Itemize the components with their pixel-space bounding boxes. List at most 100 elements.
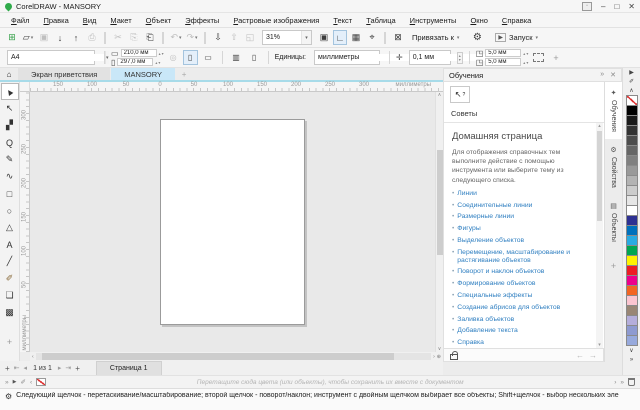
ruler-origin-corner[interactable]: [20, 82, 30, 92]
first-page-icon[interactable]: ⇤: [14, 364, 20, 372]
print-icon[interactable]: ⎙▾: [85, 30, 99, 45]
menu-item[interactable]: Окно: [463, 16, 494, 25]
horizontal-ruler[interactable]: 15010050050100150200250300 миллиметры: [30, 82, 443, 92]
add-tools-button[interactable]: +: [1, 333, 19, 350]
zoom-corner-icon[interactable]: ⊕: [437, 354, 441, 360]
palette-flyout-icon[interactable]: ▶: [629, 68, 634, 77]
page-size-caret-icon[interactable]: ▾: [105, 51, 109, 64]
new-document-tab-button[interactable]: +: [176, 68, 192, 80]
add-page-button-right[interactable]: +: [75, 364, 80, 373]
duplicate-y-spinner[interactable]: ▴▾: [523, 60, 528, 65]
upload-content-icon[interactable]: ↑▾: [69, 30, 83, 45]
color-swatch[interactable]: [626, 335, 638, 346]
docpal-scroll-right-icon[interactable]: ›: [614, 379, 616, 386]
import-icon[interactable]: ⇩▾: [211, 30, 225, 45]
previous-page-icon[interactable]: ◂: [24, 364, 28, 372]
current-page-button[interactable]: ▯: [247, 50, 262, 65]
snap-to-button[interactable]: Привязать к ▾: [407, 30, 464, 45]
show-guidelines-icon[interactable]: ⌖▾: [365, 30, 379, 45]
landscape-button[interactable]: ▭: [201, 50, 216, 65]
duplicate-y-input[interactable]: [485, 58, 521, 66]
page-size-input[interactable]: [8, 54, 105, 61]
page-width-spinner[interactable]: ▴▾: [159, 51, 164, 56]
copy-icon[interactable]: ⎘▾: [127, 30, 141, 45]
drawing-canvas[interactable]: ∧ ∨: [30, 92, 443, 352]
minimize-button[interactable]: –: [601, 2, 605, 11]
docker-tab-learning[interactable]: ✦ Обучения: [605, 82, 622, 139]
options-window-icon[interactable]: ⊠▾: [391, 30, 405, 45]
docpal-expand-right-icon[interactable]: »: [620, 379, 624, 386]
docpal-scroll-left-icon[interactable]: ‹: [30, 379, 32, 386]
duplicate-x-spinner[interactable]: ▴▾: [523, 51, 528, 56]
menu-item[interactable]: Справка: [495, 16, 538, 25]
palette-scroll-up-icon[interactable]: ∧: [629, 86, 633, 95]
page-height-input[interactable]: [117, 58, 153, 66]
connector-tool[interactable]: ╱: [1, 253, 19, 270]
menu-item[interactable]: Текст: [326, 16, 359, 25]
next-page-icon[interactable]: ▸: [58, 364, 62, 372]
open-icon[interactable]: ▱▾: [21, 30, 35, 45]
last-page-icon[interactable]: ⇥: [65, 364, 71, 372]
zoom-tool[interactable]: Q: [1, 134, 19, 151]
page-tab[interactable]: Страница 1: [96, 361, 162, 375]
menu-item[interactable]: Вид: [76, 16, 104, 25]
document-tab[interactable]: MANSORY: [111, 68, 175, 80]
palette-eyedropper-icon[interactable]: ✐: [629, 77, 634, 86]
horizontal-scrollbar-thumb[interactable]: [42, 353, 394, 360]
export-icon[interactable]: ⇧▾: [227, 30, 241, 45]
docpal-flyout-icon[interactable]: ▶: [13, 379, 17, 385]
all-pages-button[interactable]: ▥: [229, 50, 244, 65]
home-tab-button[interactable]: ⌂: [0, 68, 18, 80]
redo-icon[interactable]: ↷▾: [185, 30, 199, 45]
download-content-icon[interactable]: ↓▾: [53, 30, 67, 45]
panel-close-icon[interactable]: ✕: [610, 71, 616, 79]
pick-tool[interactable]: ▲: [1, 83, 19, 100]
page-width-input[interactable]: [121, 49, 157, 57]
scroll-up-icon[interactable]: ▴: [598, 123, 601, 129]
document-tab[interactable]: Экран приветствия: [18, 68, 110, 80]
help-topic-link[interactable]: Заливка объектов: [457, 316, 514, 324]
text-tool[interactable]: A: [1, 236, 19, 253]
artistic-media-tool[interactable]: ∿: [1, 168, 19, 185]
help-topic-link[interactable]: Специальные эффекты: [457, 292, 532, 300]
help-topic-link[interactable]: Создание абрисов для объектов: [457, 304, 560, 312]
forward-icon[interactable]: →: [589, 351, 597, 360]
docpal-eyedropper-icon[interactable]: ✐: [20, 378, 25, 386]
fullscreen-preview-icon[interactable]: ▣▾: [317, 30, 331, 45]
undo-icon[interactable]: ↶▾: [169, 30, 183, 45]
treat-as-filled-button[interactable]: [531, 50, 546, 65]
palette-scroll-down-icon[interactable]: ∨: [629, 346, 633, 355]
portrait-button[interactable]: ▯: [183, 50, 198, 65]
save-icon[interactable]: ▣▾: [37, 30, 51, 45]
transparency-tool[interactable]: ▩: [1, 304, 19, 321]
help-topic-link[interactable]: Поворот и наклон объектов: [457, 268, 544, 276]
panel-scrollbar[interactable]: ▴ ▾: [596, 123, 603, 348]
help-topic-link[interactable]: Фигуры: [457, 225, 480, 233]
vertical-scrollbar[interactable]: ∧ ∨: [435, 92, 443, 352]
menu-item[interactable]: Объект: [139, 16, 179, 25]
account-icon[interactable]: ▫: [582, 2, 592, 11]
status-gear-icon[interactable]: ⚙: [5, 392, 12, 401]
drop-shadow-tool[interactable]: ❏: [1, 287, 19, 304]
help-topic-link[interactable]: Перемещение, масштабирование и растягива…: [457, 249, 592, 265]
duplicate-x-input[interactable]: [485, 49, 521, 57]
menu-item[interactable]: Таблица: [359, 16, 402, 25]
help-topic-link[interactable]: Справка: [457, 339, 484, 347]
panel-scrollbar-thumb[interactable]: [597, 131, 602, 221]
panel-collapse-icon[interactable]: »: [600, 71, 604, 79]
show-rulers-icon[interactable]: ∟▾: [333, 30, 347, 45]
options-gear-icon[interactable]: ⚙: [470, 30, 484, 45]
docker-tab-properties[interactable]: ⚙ Свойства: [605, 139, 622, 195]
add-docker-button[interactable]: +: [611, 261, 616, 271]
menu-item[interactable]: Макет: [103, 16, 138, 25]
add-page-button[interactable]: +: [5, 364, 10, 373]
paste-icon[interactable]: ⎗▾: [143, 30, 157, 45]
help-topic-link[interactable]: Соединительные линии: [457, 202, 532, 210]
close-button[interactable]: ✕: [628, 2, 635, 11]
freehand-tool[interactable]: ✎: [1, 151, 19, 168]
menu-item[interactable]: Эффекты: [178, 16, 226, 25]
rectangle-tool[interactable]: □: [1, 185, 19, 202]
help-topic-link[interactable]: Добавление текста: [457, 327, 517, 335]
docpal-expand-icon[interactable]: »: [5, 379, 9, 386]
trash-icon[interactable]: [628, 378, 635, 386]
